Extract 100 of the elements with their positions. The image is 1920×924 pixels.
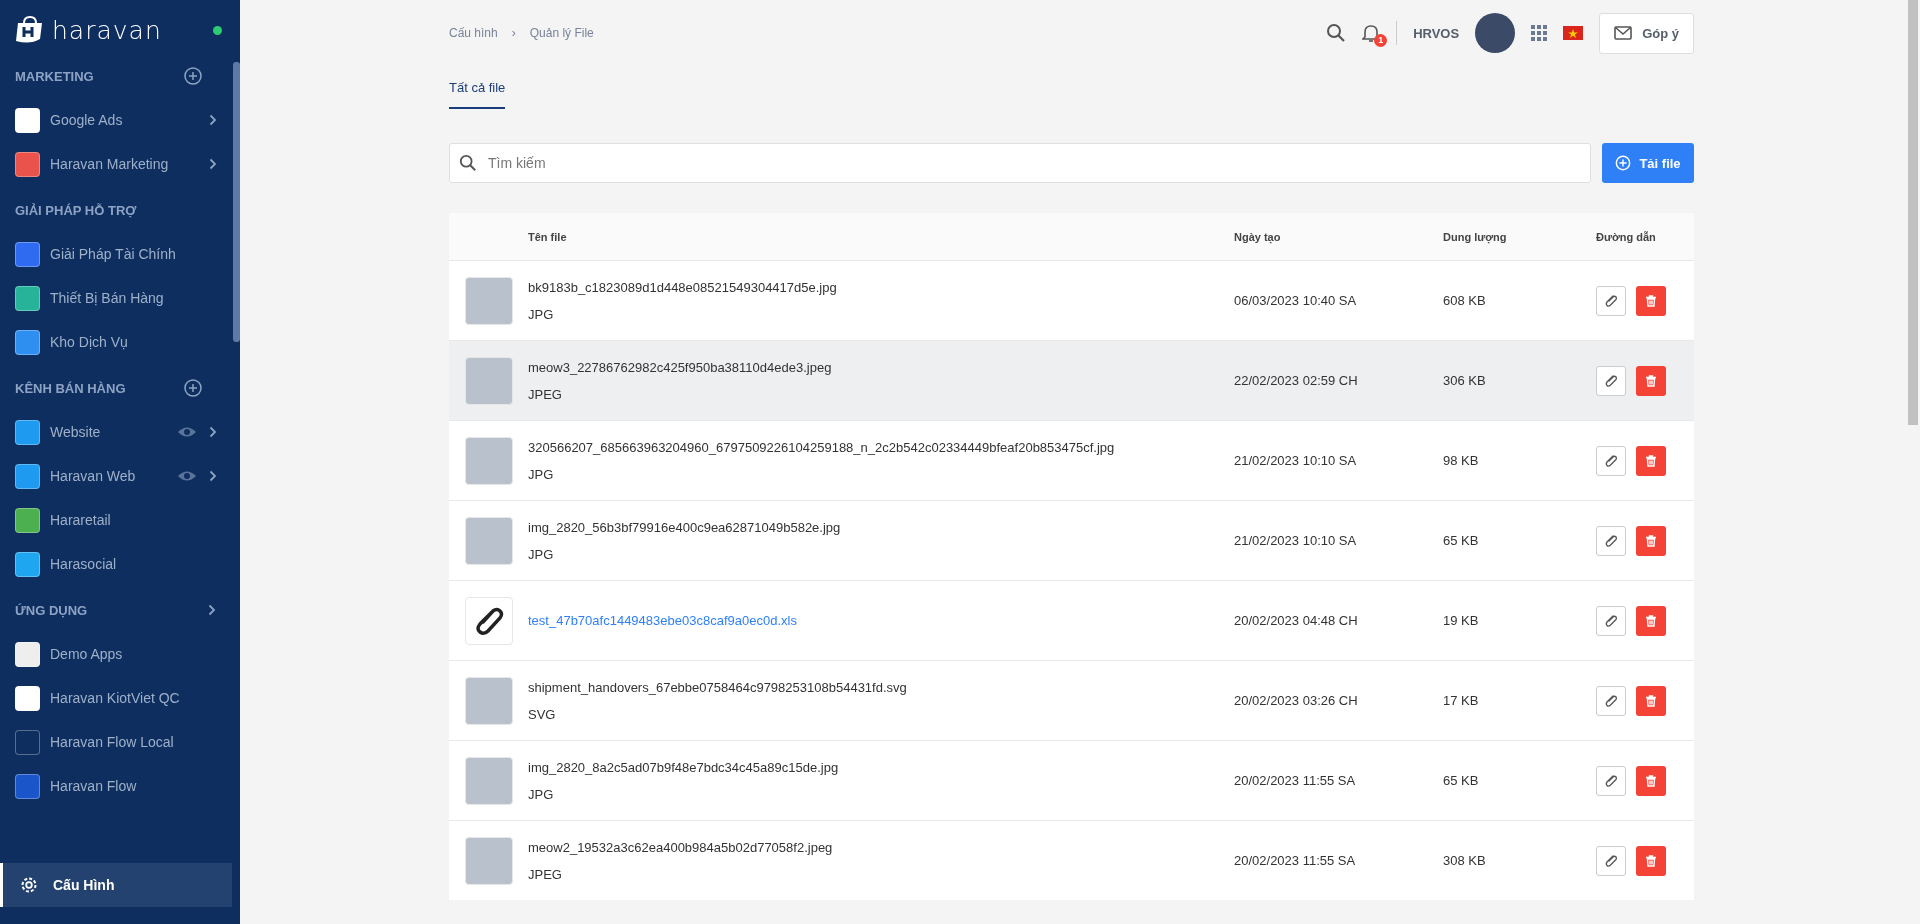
apps-grid-icon[interactable] (1531, 25, 1548, 41)
sidebar-item[interactable]: Google Ads (0, 98, 232, 142)
delete-button[interactable] (1636, 365, 1666, 396)
sidebar-item[interactable]: Demo Apps (0, 632, 232, 676)
table-cell-text: 65 KB (1443, 533, 1480, 548)
settings-menu-item[interactable]: Cấu Hình (0, 863, 232, 907)
section-title: KÊNH BÁN HÀNG (15, 380, 126, 396)
photo-placeholder (464, 836, 513, 885)
table-cell-text: 06/03/2023 10:40 SA (1234, 293, 1358, 308)
sidebar-item[interactable]: Giải Pháp Tài Chính (0, 232, 232, 276)
table-row[interactable]: 320566207_685663963204960_6797509226104259188_n_2c2b542c02334449bfeaf20b853475cf.jpg JPG 21/02/2023 10:10 SA 98 KB (449, 420, 1694, 500)
sidebar-item[interactable]: Haravan Flow Local (0, 720, 232, 764)
scrollbar[interactable] (233, 62, 240, 342)
table-row[interactable]: test_47b70afc1449483ebe03c8caf9a0ec0d.xls 20/02/2023 04:48 CH 19 KB (449, 580, 1694, 660)
add-circle-icon (1615, 155, 1632, 171)
file-type: JPEG (528, 866, 563, 882)
feedback-button[interactable]: Góp ý (1599, 12, 1694, 54)
breadcrumb-separator: › (511, 26, 516, 40)
section-title: GIẢI PHÁP HỖ TRỢ (15, 202, 137, 218)
section-title: ỨNG DỤNG (15, 602, 88, 618)
delete-button[interactable] (1636, 525, 1666, 556)
table-row[interactable]: shipment_handovers_67ebbe0758464c9798253108b54431fd.svg SVG 20/02/2023 03:26 CH 17 KB (449, 660, 1694, 740)
add-circle-icon[interactable] (184, 379, 202, 397)
sidebar-item[interactable]: Haravan Flow (0, 764, 232, 808)
copy-link-button[interactable] (1596, 685, 1626, 716)
table-row[interactable]: meow2_19532a3c62ea400b984a5b02d77058f2.jpeg JPEG 20/02/2023 11:55 SA 308 KB (449, 820, 1694, 900)
trash-icon (1645, 694, 1657, 707)
sidebar-item[interactable]: Thiết Bị Bán Hàng (0, 276, 232, 320)
delete-button[interactable] (1636, 845, 1666, 876)
photo-placeholder (464, 516, 513, 565)
file-type: JPG (528, 546, 555, 562)
add-circle-icon[interactable] (184, 67, 202, 85)
table-cell-text: 98 KB (1443, 453, 1480, 468)
table-cell-text: 65 KB (1443, 773, 1480, 788)
paperclip-icon (1604, 853, 1618, 868)
paperclip-icon (1604, 373, 1618, 388)
copy-link-button[interactable] (1596, 845, 1626, 876)
sidebar-item[interactable]: Kho Dịch Vụ (0, 320, 232, 364)
paperclip-icon (1604, 293, 1618, 308)
chevron-right-icon[interactable] (209, 470, 217, 482)
column-header: Tên file (528, 230, 568, 243)
copy-link-button[interactable] (1596, 445, 1626, 476)
delete-button[interactable] (1636, 605, 1666, 636)
copy-link-button[interactable] (1596, 525, 1626, 556)
column-header: Đường dẫn (1596, 230, 1657, 243)
upload-button[interactable]: Tải file (1602, 143, 1694, 183)
table-row[interactable]: meow3_22786762982c425f950ba38110d4ede3.jpeg JPEG 22/02/2023 02:59 CH 306 KB (449, 340, 1694, 420)
table-cell-text: 20/02/2023 03:26 CH (1234, 693, 1359, 708)
table-cell-text: 21/02/2023 10:10 SA (1234, 453, 1358, 468)
trash-icon (1645, 614, 1657, 627)
brand-logo-text[interactable]: haravan (52, 15, 162, 45)
chevron-right-icon[interactable] (209, 158, 217, 170)
avatar[interactable] (1475, 13, 1516, 53)
search-icon[interactable] (1326, 23, 1347, 43)
photo-placeholder (464, 756, 513, 805)
copy-link-button[interactable] (1596, 285, 1626, 316)
chevron-right-icon[interactable] (209, 426, 217, 438)
flag-icon[interactable] (1563, 26, 1584, 40)
copy-link-button[interactable] (1596, 605, 1626, 636)
delete-button[interactable] (1636, 285, 1666, 316)
eye-icon[interactable] (177, 470, 197, 482)
chevron-right-icon[interactable] (209, 114, 217, 126)
table-cell-text: 20/02/2023 11:55 SA (1234, 773, 1357, 788)
search-icon (459, 154, 477, 172)
trash-icon (1645, 534, 1657, 547)
breadcrumb-link[interactable]: Quản lý File (529, 26, 594, 40)
file-type: JPG (528, 306, 555, 322)
sidebar-item[interactable]: Haravan KiotViet QC (0, 676, 232, 720)
chevron-right-icon[interactable] (208, 604, 216, 616)
file-type: JPEG (528, 386, 563, 402)
copy-link-button[interactable] (1596, 365, 1626, 396)
table-cell-text: 20/02/2023 04:48 CH (1234, 613, 1359, 628)
scrollbar[interactable] (1908, 0, 1918, 425)
trash-icon (1645, 374, 1657, 387)
mail-icon (1614, 26, 1633, 40)
delete-button[interactable] (1636, 445, 1666, 476)
tab[interactable]: Tất cả file (449, 80, 506, 109)
column-header: Dung lượng (1443, 230, 1508, 243)
table-row[interactable]: img_2820_8a2c5ad07b9f48e7bdc34c45a89c15de.jpg JPG 20/02/2023 11:55 SA 65 KB (449, 740, 1694, 820)
sidebar-item[interactable]: Haravan Marketing (0, 142, 232, 186)
table-row[interactable]: img_2820_56b3bf79916e400c9ea62871049b582e.jpg JPG 21/02/2023 10:10 SA 65 KB (449, 500, 1694, 580)
eye-icon[interactable] (177, 426, 197, 438)
breadcrumb-link[interactable]: Cấu hình (449, 26, 498, 40)
sidebar-item[interactable]: Website (0, 410, 232, 454)
file-name: 320566207_685663963204960_6797509226104259188_n_2c2b542c02334449bfeaf20b853475cf.jpg (528, 439, 1116, 455)
sidebar-item[interactable]: Hararetail (0, 498, 232, 542)
account-name[interactable]: HRVOS (1413, 25, 1460, 41)
delete-button[interactable] (1636, 765, 1666, 796)
delete-button[interactable] (1636, 685, 1666, 716)
file-name: img_2820_8a2c5ad07b9f48e7bdc34c45a89c15de.jpg (528, 759, 840, 775)
sidebar-item[interactable]: Haravan Web (0, 454, 232, 498)
trash-icon (1645, 854, 1657, 867)
copy-link-button[interactable] (1596, 765, 1626, 796)
paperclip-icon (1604, 533, 1618, 548)
photo-placeholder (464, 436, 513, 485)
file-name[interactable]: test_47b70afc1449483ebe03c8caf9a0ec0d.xls (528, 613, 1234, 628)
search-field[interactable]: Tìm kiếm (449, 143, 1591, 183)
bell-icon[interactable] (1362, 23, 1381, 43)
sidebar-item[interactable]: Harasocial (0, 542, 232, 586)
photo-placeholder (464, 676, 513, 725)
